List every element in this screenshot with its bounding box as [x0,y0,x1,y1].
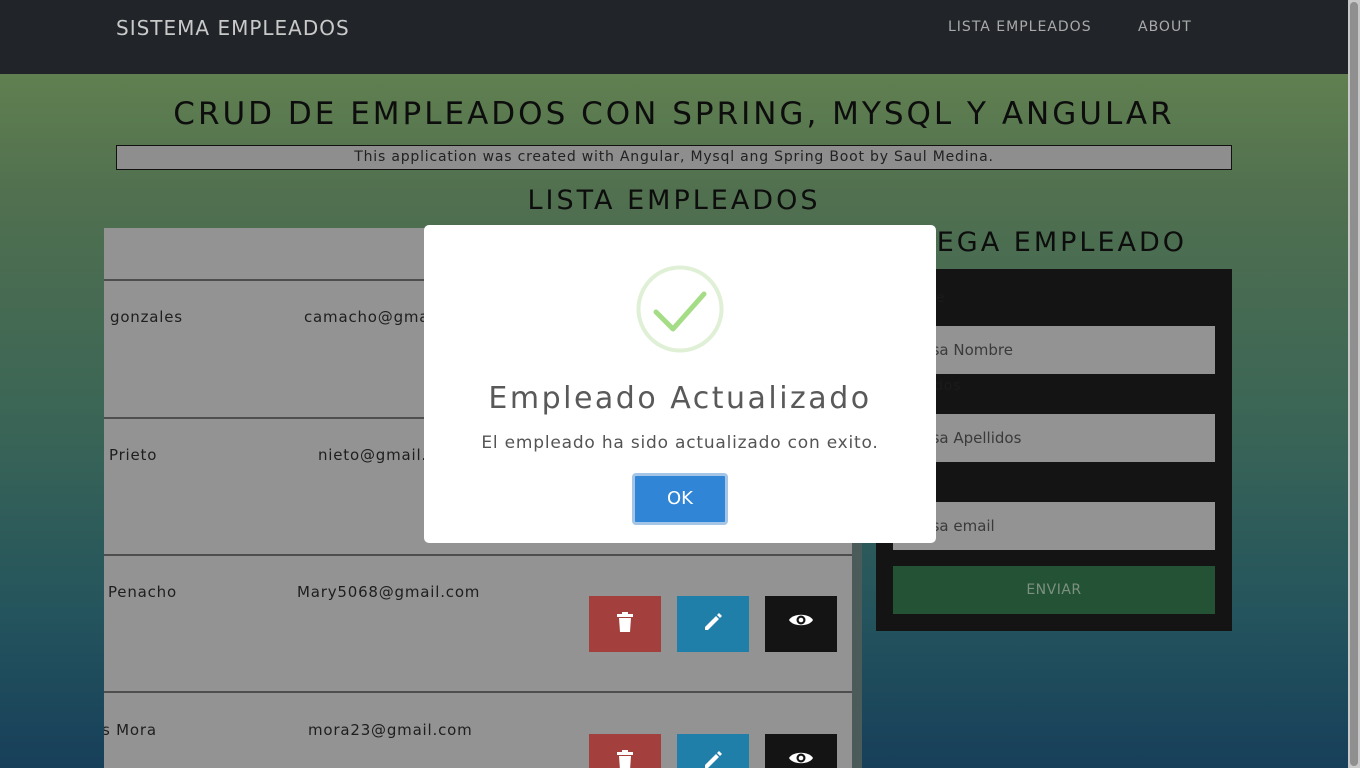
check-circle-icon [636,265,724,353]
ok-button[interactable]: OK [632,473,728,525]
scrollbar-thumb[interactable] [1350,2,1358,766]
dialog-message: El empleado ha sido actualizado con exit… [481,433,879,453]
dialog-title: Empleado Actualizado [488,381,872,416]
success-dialog: Empleado Actualizado El empleado ha sido… [424,225,936,543]
